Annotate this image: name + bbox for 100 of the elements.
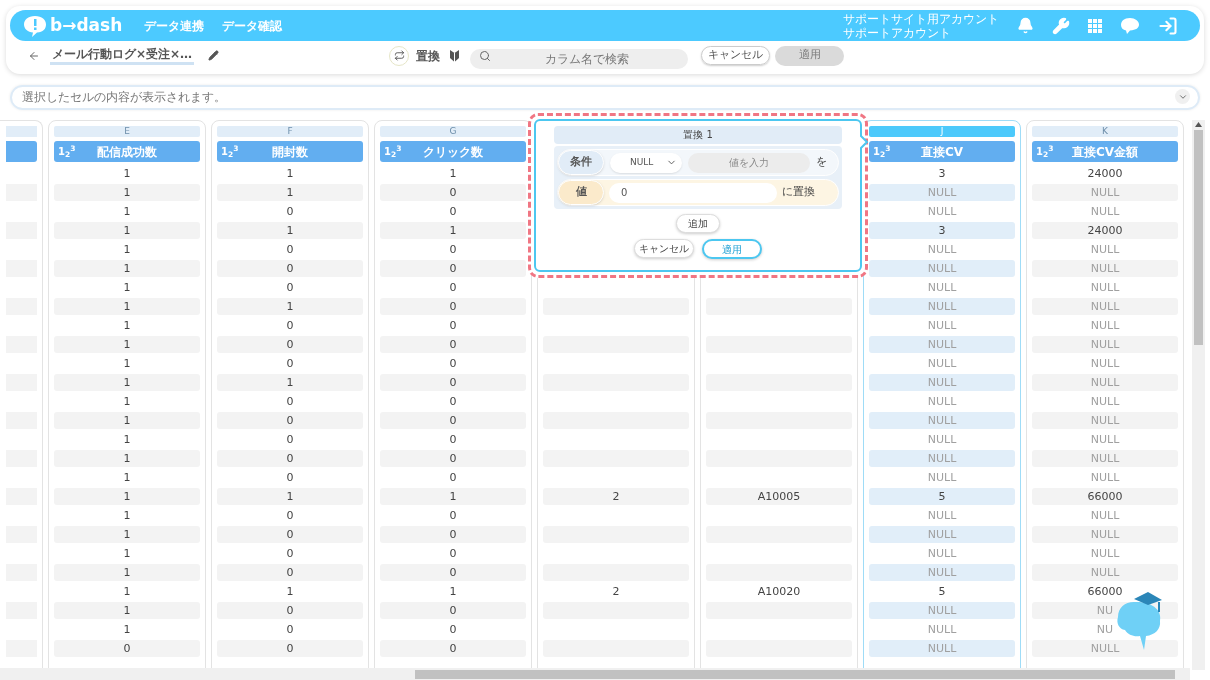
table-cell[interactable]: 0 [380,184,526,201]
table-cell[interactable]: 1 [54,203,200,220]
table-cell[interactable]: 66000 [1032,583,1178,600]
table-cell[interactable]: 1 [54,260,200,277]
table-cell[interactable]: 0 [217,545,363,562]
table-cell[interactable]: 1 [54,355,200,372]
table-cell[interactable]: 1 [217,298,363,315]
table-cell[interactable]: 1 [217,184,363,201]
table-cell[interactable]: 1 [217,165,363,182]
condition-value-field[interactable]: 値を入力 [688,152,810,173]
table-cell[interactable]: 0 [380,621,526,638]
table-cell[interactable]: 1 [54,488,200,505]
account-name: サポートアカウント [843,25,952,40]
table-cell[interactable]: A10005 [706,488,852,505]
table-cell[interactable]: 0 [217,602,363,619]
column-search-field[interactable]: カラム名で検索 [470,48,689,69]
table-cell[interactable]: 0 [217,336,363,353]
table-cell[interactable]: 0 [380,412,526,429]
replace-label[interactable]: 置換 [416,46,441,65]
table-cell[interactable]: 1 [54,621,200,638]
table-cell[interactable]: 0 [380,526,526,543]
table-cell[interactable]: 1 [54,583,200,600]
table-cell[interactable]: 1 [217,488,363,505]
table-cell[interactable]: 1 [54,165,200,182]
table-cell[interactable]: 0 [217,317,363,334]
table-cell[interactable]: 1 [54,602,200,619]
table-cell[interactable]: 1 [217,374,363,391]
report-title[interactable]: メール行動ログ×受注×… [50,46,195,65]
table-cell[interactable]: 1 [54,317,200,334]
table-cell[interactable]: 0 [380,469,526,486]
table-cell[interactable]: 0 [380,450,526,467]
table-cell[interactable]: 0 [380,393,526,410]
table-cell[interactable]: 1 [380,488,526,505]
table-cell[interactable]: 0 [380,374,526,391]
table-cell[interactable]: 0 [380,431,526,448]
table-cell[interactable]: 3 [869,222,1015,239]
table-cell[interactable]: 0 [380,241,526,258]
table-cell[interactable]: 0 [217,469,363,486]
table-cell[interactable]: 1 [217,583,363,600]
table-cell[interactable]: 1 [54,241,200,258]
table-cell[interactable]: 0 [380,279,526,296]
table-cell[interactable]: 1 [54,450,200,467]
table-cell[interactable]: 0 [217,450,363,467]
table-cell[interactable]: 1 [54,393,200,410]
popup-cancel-button[interactable]: キャンセル [634,239,694,258]
table-cell[interactable]: 0 [380,545,526,562]
table-cell[interactable]: 24000 [1032,222,1178,239]
table-cell[interactable]: 1 [54,279,200,296]
table-cell[interactable]: 1 [54,298,200,315]
table-cell[interactable]: 0 [380,298,526,315]
table-cell[interactable]: 1 [54,545,200,562]
table-cell[interactable]: 1 [54,526,200,543]
table-cell[interactable]: 1 [380,583,526,600]
table-cell[interactable]: 1 [54,507,200,524]
table-cell[interactable]: 1 [217,222,363,239]
table-cell[interactable]: 0 [217,260,363,277]
table-cell[interactable]: 1 [54,184,200,201]
table-cell[interactable]: 1 [54,412,200,429]
table-cell[interactable]: 0 [217,203,363,220]
table-cell[interactable]: 0 [380,602,526,619]
table-cell[interactable]: 0 [217,355,363,372]
formula-bar[interactable]: 選択したセルの内容が表示されます。 [10,84,1200,110]
table-cell[interactable]: 0 [380,203,526,220]
operator-select[interactable]: NULL [610,152,682,173]
table-cell[interactable]: 0 [217,393,363,410]
table-cell[interactable]: 0 [380,336,526,353]
table-cell[interactable]: 24000 [1032,165,1178,182]
table-cell[interactable]: 0 [217,412,363,429]
table-cell[interactable]: 0 [380,564,526,581]
replacement-value-field[interactable]: 0 [609,182,777,203]
table-cell[interactable]: 0 [217,241,363,258]
table-cell[interactable]: 1 [380,165,526,182]
table-cell[interactable]: 1 [54,431,200,448]
table-cell[interactable]: 0 [380,640,526,657]
table-cell[interactable]: 0 [217,526,363,543]
table-cell[interactable]: 66000 [1032,488,1178,505]
table-cell[interactable]: 5 [869,583,1015,600]
add-button[interactable]: 追加 [676,214,720,233]
table-cell[interactable]: 1 [54,564,200,581]
table-cell[interactable]: 1 [54,336,200,353]
table-cell[interactable]: 0 [217,507,363,524]
table-cell[interactable]: 1 [54,374,200,391]
table-cell[interactable]: 1 [54,469,200,486]
table-cell[interactable]: 0 [217,279,363,296]
table-cell[interactable]: 0 [380,507,526,524]
table-cell[interactable]: 0 [380,355,526,372]
table-cell[interactable]: 1 [54,222,200,239]
table-cell[interactable]: 0 [217,564,363,581]
table-cell[interactable]: 0 [54,640,200,657]
table-cell[interactable]: 2 [543,583,689,600]
table-cell[interactable]: 0 [380,317,526,334]
table-cell[interactable]: 0 [217,621,363,638]
table-cell[interactable]: 1 [380,222,526,239]
table-cell[interactable]: 0 [217,640,363,657]
table-cell[interactable]: 2 [543,488,689,505]
table-cell[interactable]: 3 [869,165,1015,182]
table-cell[interactable]: 5 [869,488,1015,505]
table-cell[interactable]: A10020 [706,583,852,600]
table-cell[interactable]: 0 [217,431,363,448]
table-cell[interactable]: 0 [380,260,526,277]
